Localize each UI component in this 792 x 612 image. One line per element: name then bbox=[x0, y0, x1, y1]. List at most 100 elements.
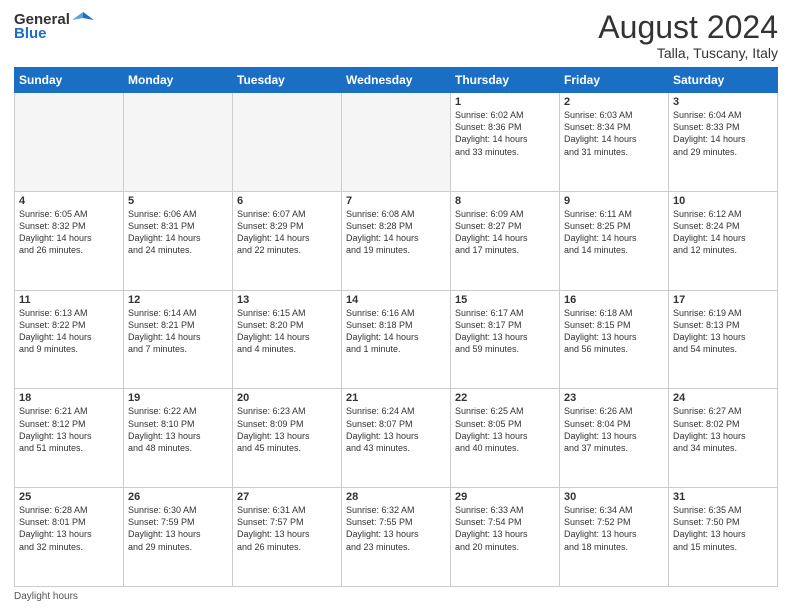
day-number: 27 bbox=[237, 491, 337, 503]
day-cell: 4Sunrise: 6:05 AM Sunset: 8:32 PM Daylig… bbox=[15, 191, 124, 290]
day-cell: 9Sunrise: 6:11 AM Sunset: 8:25 PM Daylig… bbox=[560, 191, 669, 290]
logo: General Blue bbox=[14, 10, 94, 41]
day-cell: 17Sunrise: 6:19 AM Sunset: 8:13 PM Dayli… bbox=[669, 290, 778, 389]
day-info: Sunrise: 6:22 AM Sunset: 8:10 PM Dayligh… bbox=[128, 405, 228, 454]
day-number: 2 bbox=[564, 96, 664, 108]
day-cell: 11Sunrise: 6:13 AM Sunset: 8:22 PM Dayli… bbox=[15, 290, 124, 389]
day-info: Sunrise: 6:24 AM Sunset: 8:07 PM Dayligh… bbox=[346, 405, 446, 454]
page: General Blue August 2024 Talla, Tuscany,… bbox=[0, 0, 792, 612]
day-cell: 12Sunrise: 6:14 AM Sunset: 8:21 PM Dayli… bbox=[124, 290, 233, 389]
day-info: Sunrise: 6:25 AM Sunset: 8:05 PM Dayligh… bbox=[455, 405, 555, 454]
day-number: 28 bbox=[346, 491, 446, 503]
col-header-friday: Friday bbox=[560, 68, 669, 93]
day-cell: 3Sunrise: 6:04 AM Sunset: 8:33 PM Daylig… bbox=[669, 93, 778, 192]
day-info: Sunrise: 6:11 AM Sunset: 8:25 PM Dayligh… bbox=[564, 208, 664, 257]
day-cell: 7Sunrise: 6:08 AM Sunset: 8:28 PM Daylig… bbox=[342, 191, 451, 290]
day-info: Sunrise: 6:19 AM Sunset: 8:13 PM Dayligh… bbox=[673, 307, 773, 356]
day-info: Sunrise: 6:07 AM Sunset: 8:29 PM Dayligh… bbox=[237, 208, 337, 257]
day-number: 30 bbox=[564, 491, 664, 503]
day-cell: 28Sunrise: 6:32 AM Sunset: 7:55 PM Dayli… bbox=[342, 488, 451, 587]
day-number: 12 bbox=[128, 294, 228, 306]
week-row-2: 4Sunrise: 6:05 AM Sunset: 8:32 PM Daylig… bbox=[15, 191, 778, 290]
footer-note: Daylight hours bbox=[14, 591, 778, 602]
day-number: 17 bbox=[673, 294, 773, 306]
col-header-wednesday: Wednesday bbox=[342, 68, 451, 93]
col-header-saturday: Saturday bbox=[669, 68, 778, 93]
day-cell bbox=[233, 93, 342, 192]
day-info: Sunrise: 6:32 AM Sunset: 7:55 PM Dayligh… bbox=[346, 504, 446, 553]
day-number: 31 bbox=[673, 491, 773, 503]
day-info: Sunrise: 6:18 AM Sunset: 8:15 PM Dayligh… bbox=[564, 307, 664, 356]
day-info: Sunrise: 6:05 AM Sunset: 8:32 PM Dayligh… bbox=[19, 208, 119, 257]
day-info: Sunrise: 6:28 AM Sunset: 8:01 PM Dayligh… bbox=[19, 504, 119, 553]
day-info: Sunrise: 6:26 AM Sunset: 8:04 PM Dayligh… bbox=[564, 405, 664, 454]
day-cell: 30Sunrise: 6:34 AM Sunset: 7:52 PM Dayli… bbox=[560, 488, 669, 587]
day-cell: 2Sunrise: 6:03 AM Sunset: 8:34 PM Daylig… bbox=[560, 93, 669, 192]
day-info: Sunrise: 6:02 AM Sunset: 8:36 PM Dayligh… bbox=[455, 109, 555, 158]
day-cell: 29Sunrise: 6:33 AM Sunset: 7:54 PM Dayli… bbox=[451, 488, 560, 587]
day-number: 25 bbox=[19, 491, 119, 503]
day-info: Sunrise: 6:14 AM Sunset: 8:21 PM Dayligh… bbox=[128, 307, 228, 356]
day-cell: 16Sunrise: 6:18 AM Sunset: 8:15 PM Dayli… bbox=[560, 290, 669, 389]
day-info: Sunrise: 6:21 AM Sunset: 8:12 PM Dayligh… bbox=[19, 405, 119, 454]
col-header-thursday: Thursday bbox=[451, 68, 560, 93]
day-info: Sunrise: 6:08 AM Sunset: 8:28 PM Dayligh… bbox=[346, 208, 446, 257]
day-cell: 15Sunrise: 6:17 AM Sunset: 8:17 PM Dayli… bbox=[451, 290, 560, 389]
day-info: Sunrise: 6:23 AM Sunset: 8:09 PM Dayligh… bbox=[237, 405, 337, 454]
logo-bird-icon bbox=[72, 10, 94, 28]
day-cell: 27Sunrise: 6:31 AM Sunset: 7:57 PM Dayli… bbox=[233, 488, 342, 587]
week-row-1: 1Sunrise: 6:02 AM Sunset: 8:36 PM Daylig… bbox=[15, 93, 778, 192]
day-info: Sunrise: 6:33 AM Sunset: 7:54 PM Dayligh… bbox=[455, 504, 555, 553]
day-cell bbox=[124, 93, 233, 192]
day-number: 29 bbox=[455, 491, 555, 503]
day-number: 19 bbox=[128, 392, 228, 404]
title-block: August 2024 Talla, Tuscany, Italy bbox=[598, 10, 778, 61]
col-header-monday: Monday bbox=[124, 68, 233, 93]
day-info: Sunrise: 6:15 AM Sunset: 8:20 PM Dayligh… bbox=[237, 307, 337, 356]
month-year: August 2024 bbox=[598, 10, 778, 45]
day-number: 1 bbox=[455, 96, 555, 108]
day-cell: 25Sunrise: 6:28 AM Sunset: 8:01 PM Dayli… bbox=[15, 488, 124, 587]
day-number: 3 bbox=[673, 96, 773, 108]
week-row-5: 25Sunrise: 6:28 AM Sunset: 8:01 PM Dayli… bbox=[15, 488, 778, 587]
day-number: 22 bbox=[455, 392, 555, 404]
day-cell bbox=[15, 93, 124, 192]
day-info: Sunrise: 6:13 AM Sunset: 8:22 PM Dayligh… bbox=[19, 307, 119, 356]
day-number: 11 bbox=[19, 294, 119, 306]
day-info: Sunrise: 6:12 AM Sunset: 8:24 PM Dayligh… bbox=[673, 208, 773, 257]
logo-blue: Blue bbox=[14, 26, 47, 41]
calendar-header-row: SundayMondayTuesdayWednesdayThursdayFrid… bbox=[15, 68, 778, 93]
day-cell: 6Sunrise: 6:07 AM Sunset: 8:29 PM Daylig… bbox=[233, 191, 342, 290]
day-cell: 8Sunrise: 6:09 AM Sunset: 8:27 PM Daylig… bbox=[451, 191, 560, 290]
col-header-tuesday: Tuesday bbox=[233, 68, 342, 93]
header: General Blue August 2024 Talla, Tuscany,… bbox=[14, 10, 778, 61]
day-number: 6 bbox=[237, 195, 337, 207]
day-info: Sunrise: 6:27 AM Sunset: 8:02 PM Dayligh… bbox=[673, 405, 773, 454]
day-info: Sunrise: 6:17 AM Sunset: 8:17 PM Dayligh… bbox=[455, 307, 555, 356]
day-cell: 31Sunrise: 6:35 AM Sunset: 7:50 PM Dayli… bbox=[669, 488, 778, 587]
day-info: Sunrise: 6:03 AM Sunset: 8:34 PM Dayligh… bbox=[564, 109, 664, 158]
day-number: 8 bbox=[455, 195, 555, 207]
day-number: 21 bbox=[346, 392, 446, 404]
day-number: 16 bbox=[564, 294, 664, 306]
day-cell: 21Sunrise: 6:24 AM Sunset: 8:07 PM Dayli… bbox=[342, 389, 451, 488]
day-number: 5 bbox=[128, 195, 228, 207]
day-info: Sunrise: 6:09 AM Sunset: 8:27 PM Dayligh… bbox=[455, 208, 555, 257]
day-number: 20 bbox=[237, 392, 337, 404]
day-cell bbox=[342, 93, 451, 192]
day-number: 10 bbox=[673, 195, 773, 207]
day-info: Sunrise: 6:06 AM Sunset: 8:31 PM Dayligh… bbox=[128, 208, 228, 257]
calendar-table: SundayMondayTuesdayWednesdayThursdayFrid… bbox=[14, 67, 778, 587]
day-cell: 18Sunrise: 6:21 AM Sunset: 8:12 PM Dayli… bbox=[15, 389, 124, 488]
day-number: 18 bbox=[19, 392, 119, 404]
day-cell: 13Sunrise: 6:15 AM Sunset: 8:20 PM Dayli… bbox=[233, 290, 342, 389]
day-number: 15 bbox=[455, 294, 555, 306]
day-number: 9 bbox=[564, 195, 664, 207]
day-cell: 23Sunrise: 6:26 AM Sunset: 8:04 PM Dayli… bbox=[560, 389, 669, 488]
day-info: Sunrise: 6:30 AM Sunset: 7:59 PM Dayligh… bbox=[128, 504, 228, 553]
daylight-label: Daylight hours bbox=[14, 591, 78, 602]
day-cell: 24Sunrise: 6:27 AM Sunset: 8:02 PM Dayli… bbox=[669, 389, 778, 488]
day-cell: 26Sunrise: 6:30 AM Sunset: 7:59 PM Dayli… bbox=[124, 488, 233, 587]
day-cell: 19Sunrise: 6:22 AM Sunset: 8:10 PM Dayli… bbox=[124, 389, 233, 488]
week-row-4: 18Sunrise: 6:21 AM Sunset: 8:12 PM Dayli… bbox=[15, 389, 778, 488]
